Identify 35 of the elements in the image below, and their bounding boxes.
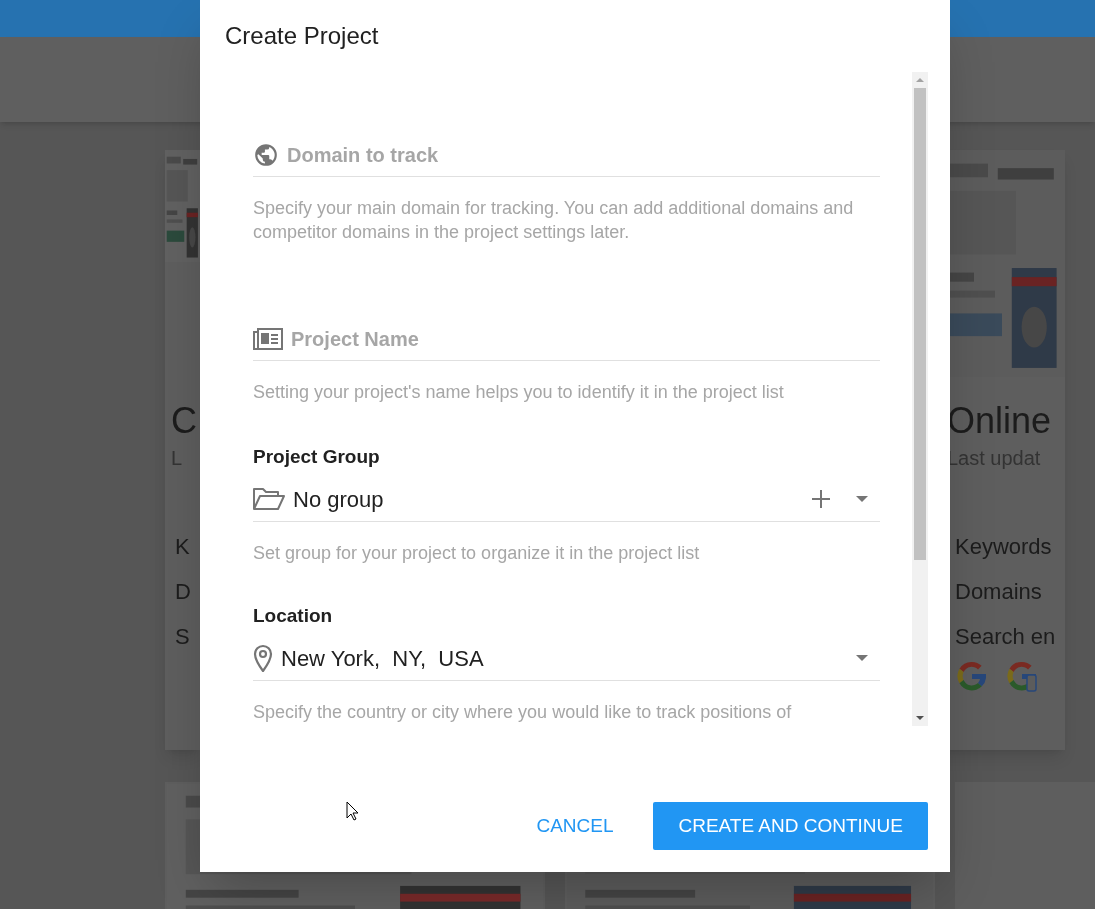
globe-icon	[253, 141, 279, 168]
field-placeholder: Project Name	[291, 326, 419, 352]
cancel-button[interactable]: CANCEL	[534, 802, 616, 850]
scrollbar-thumb[interactable]	[914, 88, 926, 560]
card-stat-label: S	[175, 623, 191, 651]
card-stat-label: Domains	[955, 578, 1043, 606]
help-text: Specify the country or city where you would like to track positions of	[253, 701, 793, 724]
card-stat-label: Search en	[955, 623, 1057, 651]
help-text: Setting your project's name helps you to identify it in the project list	[253, 381, 785, 404]
dialog-title: Create Project	[225, 21, 380, 51]
field-placeholder: Domain to track	[287, 142, 439, 168]
text-field[interactable]: Domain to track	[253, 133, 880, 177]
card-stat-label: K	[175, 533, 191, 561]
select-field[interactable]: No group	[253, 477, 880, 522]
dropdown-caret-icon[interactable]	[856, 496, 868, 502]
folder-icon	[253, 487, 285, 511]
select-field[interactable]: New York, NY, USA	[253, 636, 880, 681]
card-title: Online	[947, 399, 1053, 443]
help-text: Set group for your project to organize it in the project list	[253, 542, 701, 565]
scrollbar[interactable]	[912, 72, 928, 726]
dropdown-caret-icon[interactable]	[856, 655, 868, 661]
card-stat-label: D	[175, 578, 192, 606]
card-stat-label: Keywords	[955, 533, 1053, 561]
select-value: No group	[293, 485, 385, 514]
mouse-pointer-icon	[346, 801, 359, 821]
help-text: Specify your main domain for tracking. You can add additional domains and competitor domains in the project settings later.	[253, 197, 855, 244]
select-value: New York, NY, USA	[281, 644, 485, 673]
newspaper-icon	[253, 327, 283, 350]
field-label: Location	[253, 604, 334, 628]
location-pin-icon	[253, 644, 273, 672]
text-field[interactable]: Project Name	[253, 317, 880, 361]
create-button[interactable]: CREATE AND CONTINUE	[653, 802, 928, 850]
field-label: Project Group	[253, 445, 381, 469]
plus-icon[interactable]	[812, 490, 830, 508]
card-title: C	[171, 399, 198, 443]
